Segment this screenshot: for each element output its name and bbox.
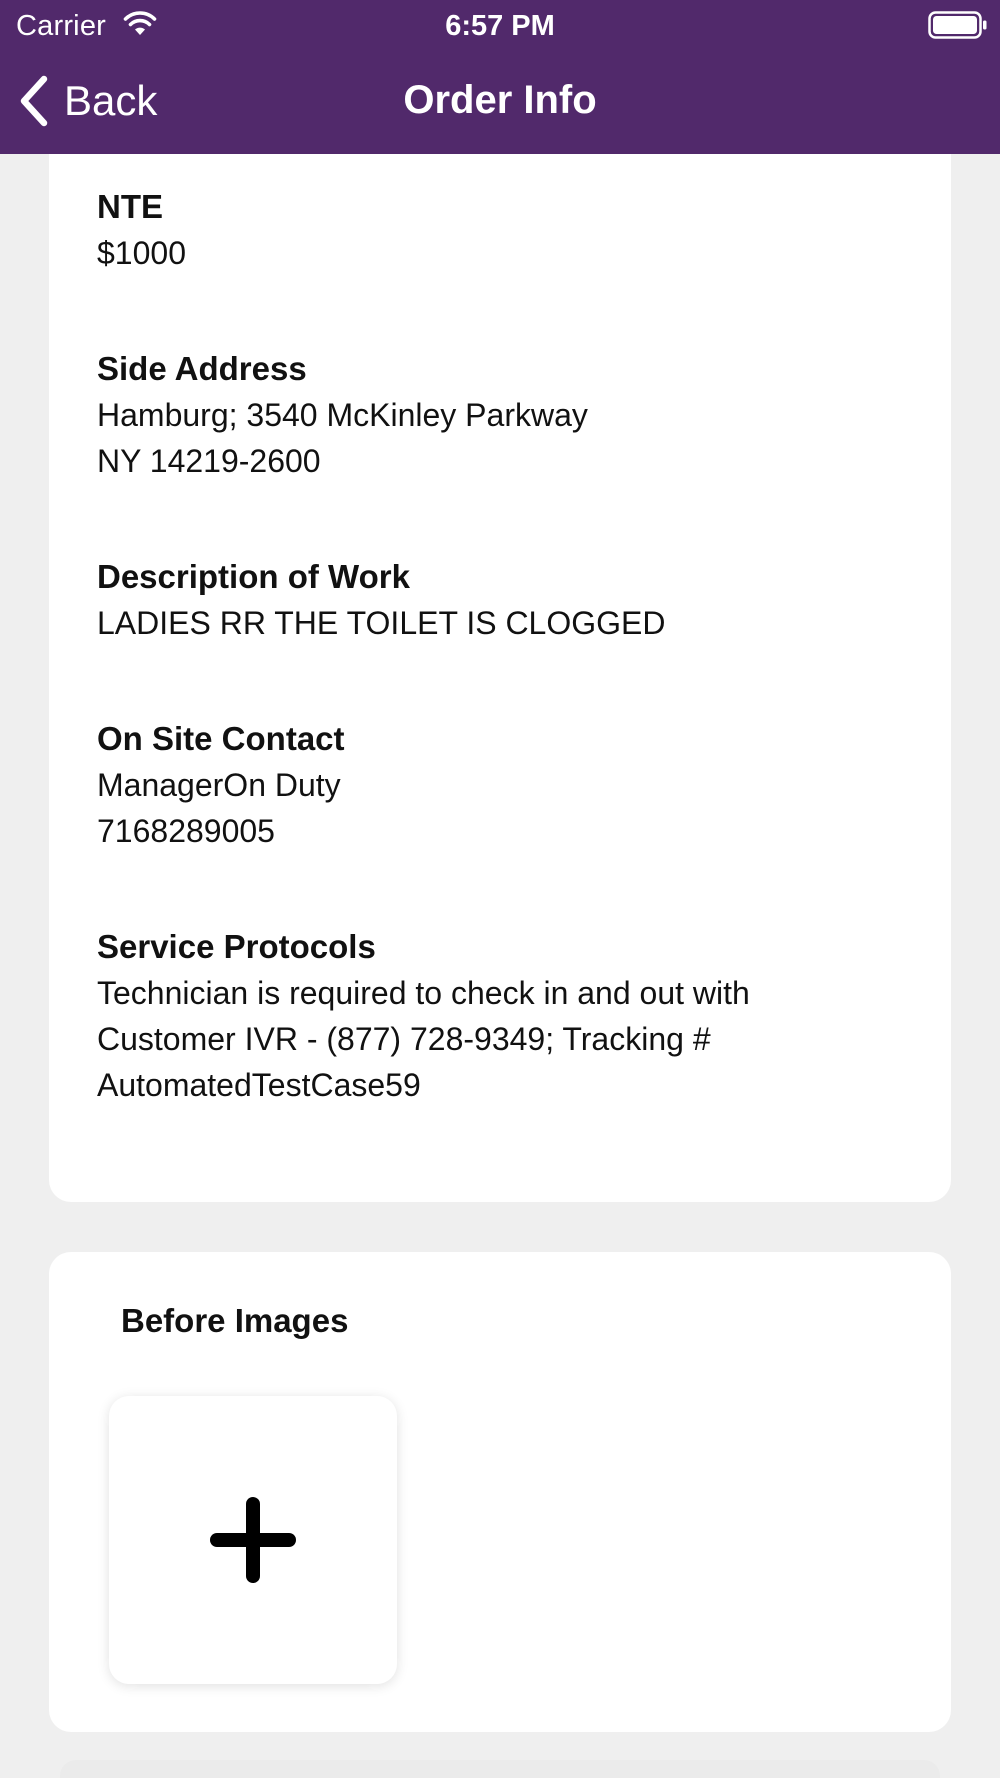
nte-value: $1000 bbox=[97, 235, 186, 271]
battery-icon bbox=[928, 11, 987, 39]
on-site-contact-name: ManagerOn Duty bbox=[97, 767, 341, 803]
nte-label: NTE bbox=[97, 188, 163, 225]
plus-icon bbox=[210, 1497, 296, 1583]
description-value: LADIES RR THE TOILET IS CLOGGED bbox=[97, 605, 666, 641]
service-protocols-line3: AutomatedTestCase59 bbox=[97, 1067, 421, 1103]
order-info-card: NTE $1000 Side Address Hamburg; 3540 McK… bbox=[49, 154, 951, 1202]
description-field: Description of Work LADIES RR THE TOILET… bbox=[97, 554, 897, 646]
on-site-contact-phone[interactable]: 7168289005 bbox=[97, 808, 897, 854]
side-address-label: Side Address bbox=[97, 350, 307, 387]
before-images-title: Before Images bbox=[121, 1302, 349, 1339]
on-site-contact-field: On Site Contact ManagerOn Duty 716828900… bbox=[97, 716, 897, 854]
service-protocols-label: Service Protocols bbox=[97, 928, 376, 965]
side-address-field: Side Address Hamburg; 3540 McKinley Park… bbox=[97, 346, 897, 484]
side-address-line1: Hamburg; 3540 McKinley Parkway bbox=[97, 397, 588, 433]
status-bar: Carrier 6:57 PM bbox=[0, 0, 1000, 50]
before-images-card: Before Images bbox=[49, 1252, 951, 1732]
page-title: Order Info bbox=[403, 78, 597, 122]
status-time: 6:57 PM bbox=[445, 10, 555, 42]
on-site-contact-label: On Site Contact bbox=[97, 720, 345, 757]
service-protocols-line2: Customer IVR - (877) 728-9349; Tracking … bbox=[97, 1021, 711, 1057]
service-protocols-field: Service Protocols Technician is required… bbox=[97, 924, 897, 1108]
side-address-line2: NY 14219-2600 bbox=[97, 443, 321, 479]
service-protocols-line1: Technician is required to check in and o… bbox=[97, 975, 750, 1011]
navigation-bar: Back Order Info bbox=[0, 50, 1000, 154]
add-before-image-button[interactable] bbox=[109, 1396, 397, 1684]
nte-field: NTE $1000 bbox=[97, 184, 897, 276]
next-card-edge bbox=[60, 1760, 940, 1778]
description-label: Description of Work bbox=[97, 558, 410, 595]
